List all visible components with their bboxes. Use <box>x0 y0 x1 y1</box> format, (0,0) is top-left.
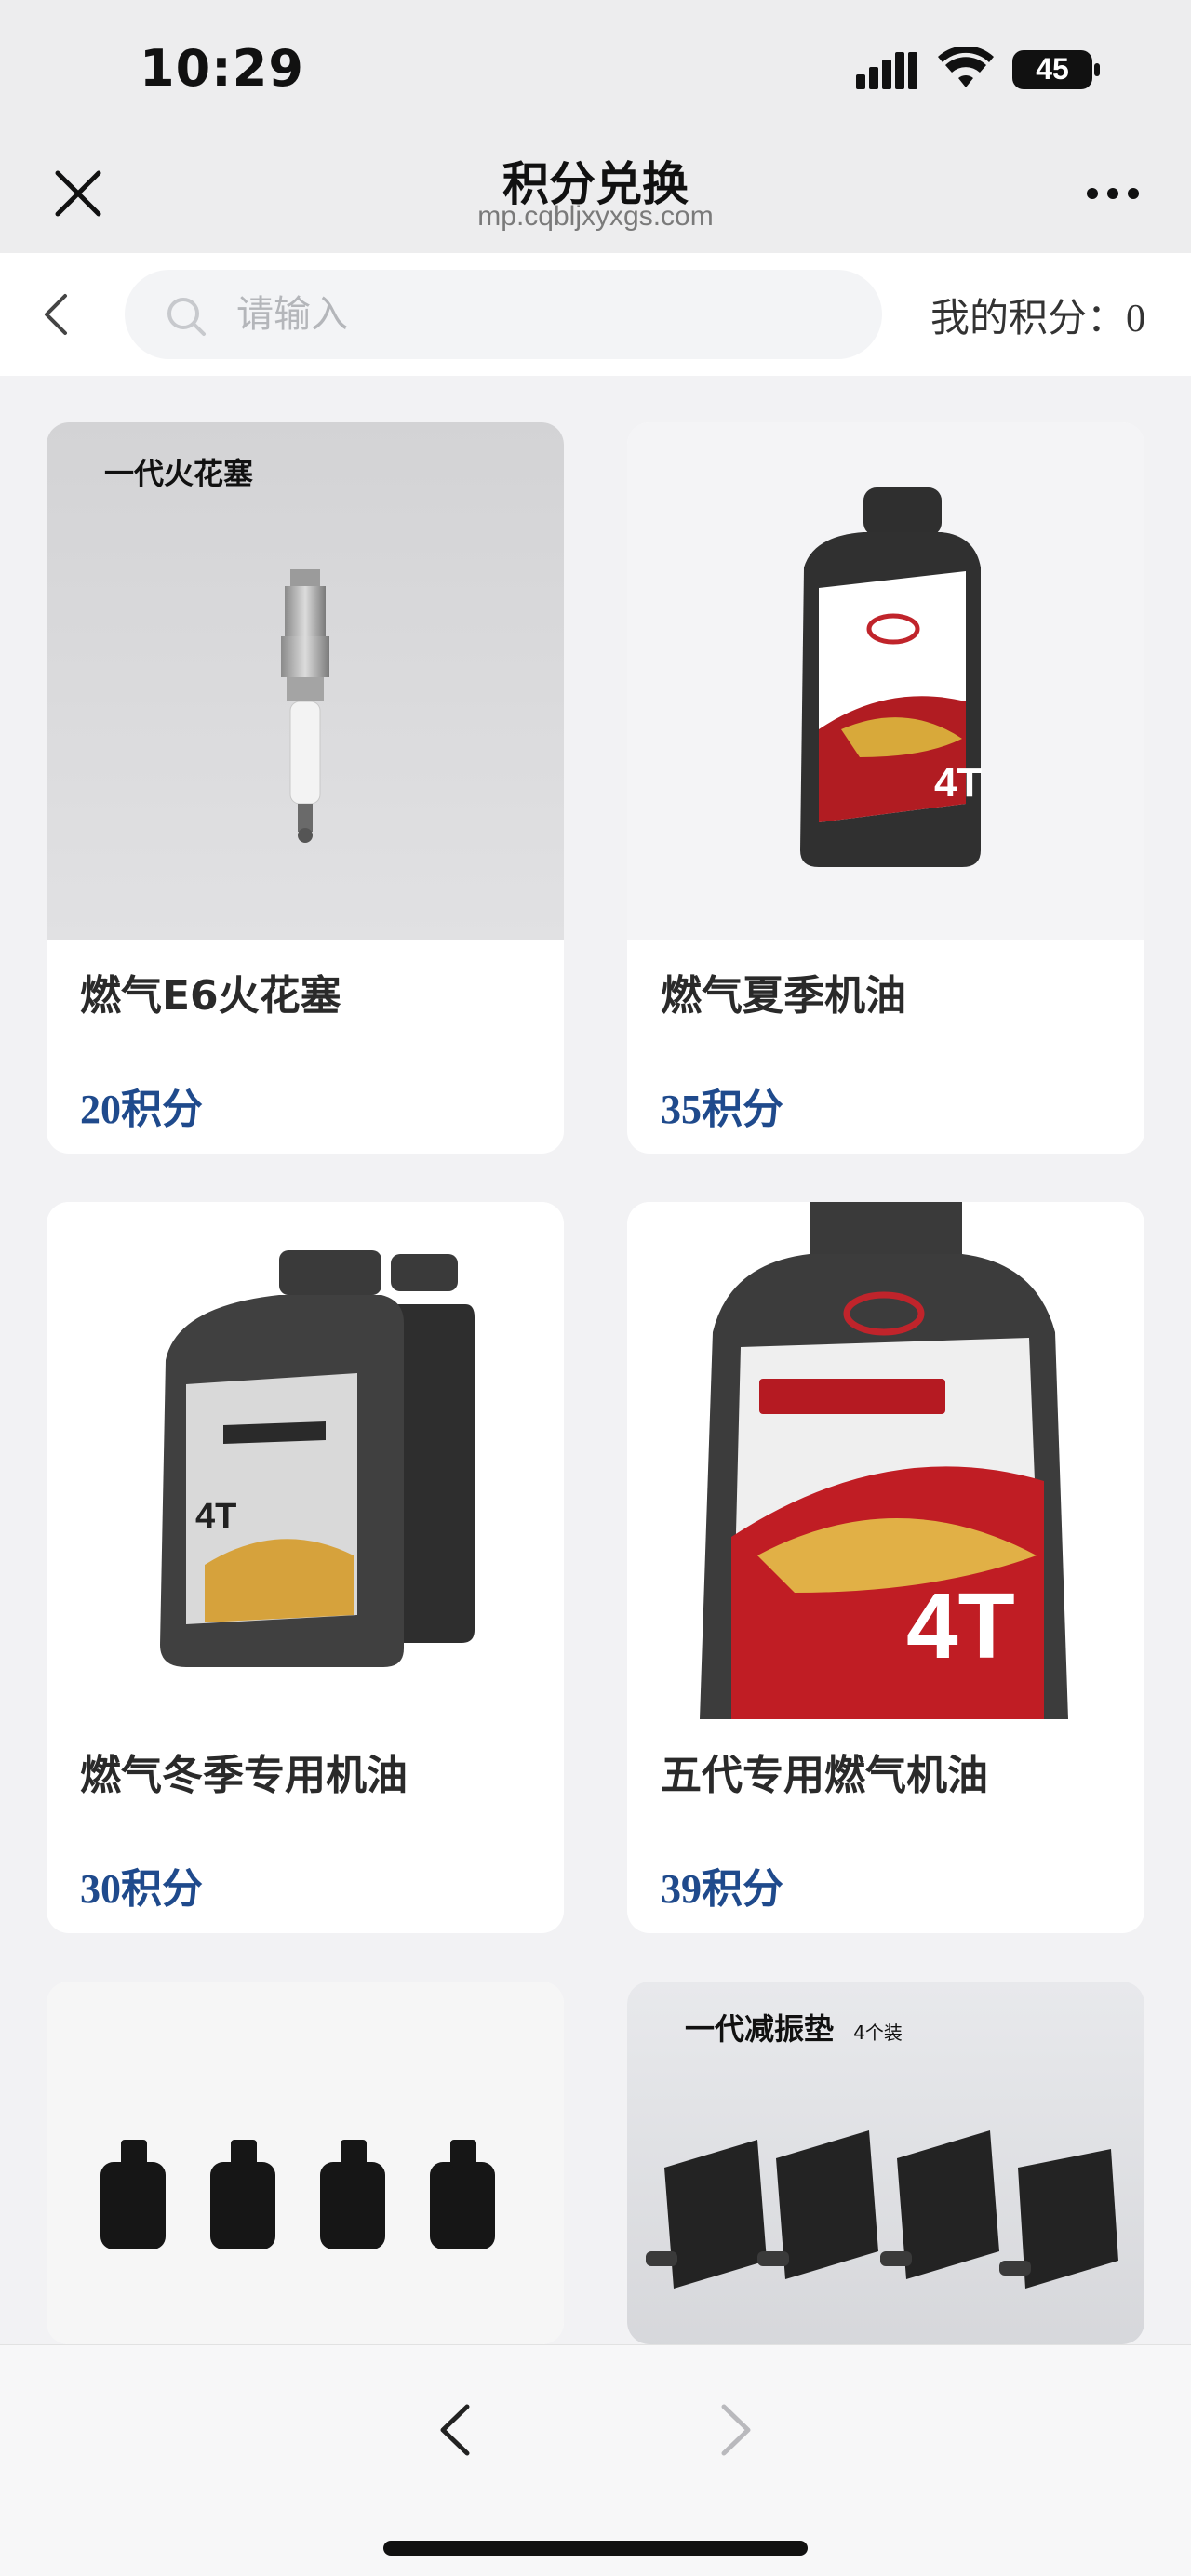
status-time: 10:29 <box>140 39 304 98</box>
battery-icon: 45 <box>1012 48 1102 91</box>
svg-text:4T: 4T <box>934 760 982 806</box>
nav-forward-icon[interactable] <box>713 2397 759 2463</box>
bottom-toolbar <box>0 2344 1191 2576</box>
product-name: 燃气E6火花塞 <box>80 972 341 1020</box>
product-card[interactable]: 一代减振垫 4个装 <box>627 1982 1144 2344</box>
search-input[interactable] <box>236 283 850 346</box>
product-price: 20积分 <box>80 1087 203 1132</box>
svg-text:4T: 4T <box>195 1497 236 1536</box>
product-card[interactable]: 4T 五代专用燃气机油 39积分 <box>627 1202 1144 1933</box>
more-icon[interactable] <box>1085 182 1141 205</box>
wifi-icon <box>938 47 994 87</box>
product-image-caption-sub: 4个装 <box>853 2022 903 2044</box>
product-name: 五代专用燃气机油 <box>661 1752 988 1799</box>
product-name: 燃气夏季机油 <box>661 972 906 1020</box>
back-chevron-icon[interactable] <box>37 290 74 339</box>
product-card[interactable]: 4T 燃气夏季机油 35积分 <box>627 422 1144 1154</box>
battery-level: 45 <box>1036 52 1069 86</box>
home-indicator <box>383 2541 808 2556</box>
page-url: mp.cqbljxyxgs.com <box>477 201 714 232</box>
search-icon <box>167 298 206 336</box>
product-image-spark-plug <box>47 422 564 940</box>
product-price: 30积分 <box>80 1866 203 1912</box>
product-image-caption: 一代减振垫 4个装 <box>685 2006 903 2049</box>
nav-header: 积分兑换 mp.cqbljxyxgs.com <box>0 140 1191 253</box>
product-image-winter-oil: 4T <box>47 1202 564 1719</box>
product-image-caption: 一代火花塞 <box>104 456 254 491</box>
nav-back-icon[interactable] <box>432 2397 478 2463</box>
svg-text:4T: 4T <box>906 1574 1015 1678</box>
product-image-caption-title: 一代减振垫 <box>685 2011 835 2047</box>
search-box[interactable] <box>125 270 882 359</box>
my-points: 我的积分：0 <box>930 287 1145 343</box>
product-image-rubber-mounts <box>47 1982 564 2344</box>
signal-icon <box>856 52 917 89</box>
product-price: 39积分 <box>661 1866 783 1912</box>
product-image-gen5-oil: 4T <box>627 1202 1144 1719</box>
product-name: 燃气冬季专用机油 <box>80 1752 408 1799</box>
product-image-summer-oil: 4T <box>627 422 1144 940</box>
product-card[interactable]: 一代火花塞 燃气E6火花塞 20积分 <box>47 422 564 1154</box>
my-points-label: 我的积分： <box>930 295 1127 340</box>
status-bar: 10:29 45 <box>0 0 1191 140</box>
product-card[interactable] <box>47 1982 564 2344</box>
product-price: 35积分 <box>661 1087 783 1132</box>
product-card[interactable]: 4T 燃气冬季专用机油 30积分 <box>47 1202 564 1933</box>
my-points-value: 0 <box>1126 298 1146 340</box>
search-row: 我的积分：0 <box>0 253 1191 376</box>
